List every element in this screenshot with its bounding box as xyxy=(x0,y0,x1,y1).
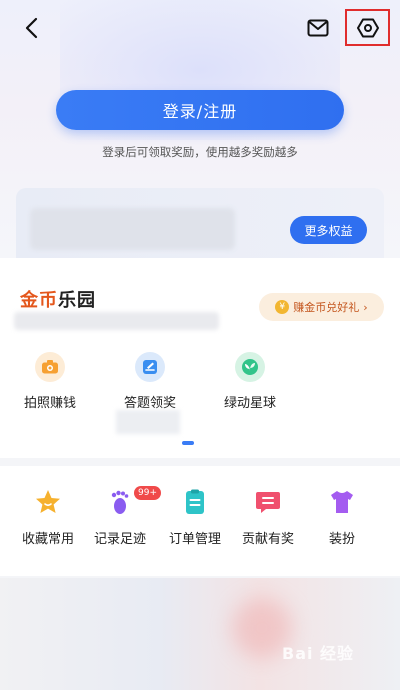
login-register-button[interactable]: 登录/注册 xyxy=(56,90,344,130)
feature-label: 绿动星球 xyxy=(223,396,276,411)
blurred-bottom-content xyxy=(0,578,400,690)
message-icon xyxy=(256,492,280,513)
chevron-right-icon: › xyxy=(363,300,368,314)
tool-favorites[interactable]: 收藏常用 xyxy=(8,488,88,547)
coin-park-logo-part2: 乐园 xyxy=(58,290,96,311)
tool-contribute[interactable]: 贡献有奖 xyxy=(228,488,308,547)
tool-label: 收藏常用 xyxy=(21,532,74,547)
blurred-coin-info xyxy=(14,312,219,330)
watermark-logo: Bai 经验 xyxy=(282,644,355,663)
feature-green-planet[interactable]: 绿动星球 xyxy=(205,352,295,411)
feature-quiz-reward[interactable]: 答题领奖 xyxy=(105,352,195,411)
coin-icon: ¥ xyxy=(275,300,290,314)
login-subtitle: 登录后可领取奖励，使用越多奖励越多 xyxy=(102,145,298,159)
feature-photo-earn[interactable]: 拍照赚钱 xyxy=(5,352,95,411)
earn-coins-exchange-button[interactable]: ¥ 赚金币兑好礼 › xyxy=(259,293,384,321)
blurred-pager-area xyxy=(116,410,180,434)
feature-label: 答题领奖 xyxy=(123,396,176,411)
tool-dressup[interactable]: 装扮 xyxy=(302,488,382,547)
quiz-icon xyxy=(135,352,165,382)
coin-park-logo: 金币乐园 xyxy=(20,286,96,312)
mail-icon xyxy=(307,19,329,37)
tool-label: 贡献有奖 xyxy=(241,532,294,547)
settings-hexagon-icon xyxy=(356,18,379,37)
pager-indicator xyxy=(182,441,194,445)
back-button[interactable] xyxy=(16,12,48,44)
footprint-icon xyxy=(111,490,129,514)
blurred-rights-info xyxy=(30,208,235,250)
star-icon xyxy=(36,490,60,513)
tool-label: 装扮 xyxy=(328,532,355,547)
mail-button[interactable] xyxy=(302,12,334,44)
exchange-label: 赚金币兑好礼 xyxy=(293,301,360,314)
shirt-icon xyxy=(331,491,353,513)
coin-park-logo-part1: 金币 xyxy=(20,290,58,311)
back-arrow-icon xyxy=(25,17,38,39)
more-rights-button[interactable]: 更多权益 xyxy=(290,216,367,244)
tool-orders[interactable]: 订单管理 xyxy=(155,488,235,547)
feature-label: 拍照赚钱 xyxy=(23,396,76,411)
tool-label: 订单管理 xyxy=(168,532,221,547)
clipboard-icon xyxy=(186,489,204,514)
settings-button[interactable] xyxy=(345,9,390,46)
leaf-planet-icon xyxy=(235,352,265,382)
camera-icon xyxy=(35,352,65,382)
tool-label: 记录足迹 xyxy=(93,532,146,547)
